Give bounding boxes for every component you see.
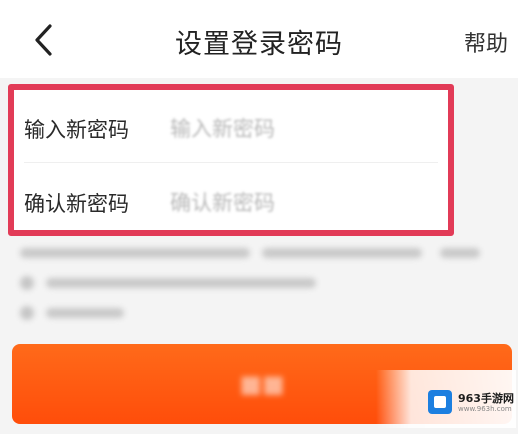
new-password-input[interactable]: [168, 116, 392, 142]
top-nav-bar: 设置登录密码 帮助: [0, 0, 518, 78]
new-password-row: 输入新密码: [14, 96, 448, 162]
hint-bullet-icon: [20, 276, 34, 290]
hint-line: [262, 248, 422, 258]
hint-line: [46, 278, 316, 288]
password-form-highlight: 输入新密码 确认新密码: [8, 84, 454, 236]
hint-line: [20, 248, 250, 258]
hint-bullet-icon: [20, 306, 34, 320]
hint-line: [46, 308, 124, 318]
chevron-left-icon: [35, 24, 52, 56]
help-link[interactable]: 帮助: [464, 26, 508, 58]
submit-button[interactable]: ■■: [12, 344, 512, 424]
password-rules-hint: [0, 236, 518, 340]
submit-label: ■■: [239, 370, 285, 398]
row-divider: [24, 162, 438, 163]
hint-line: [440, 248, 480, 258]
confirm-password-label: 确认新密码: [24, 192, 129, 216]
confirm-password-input[interactable]: [168, 190, 392, 216]
confirm-password-row: 确认新密码: [14, 170, 448, 236]
page-title: 设置登录密码: [175, 29, 343, 60]
new-password-label: 输入新密码: [24, 118, 129, 142]
back-button[interactable]: [24, 18, 64, 62]
